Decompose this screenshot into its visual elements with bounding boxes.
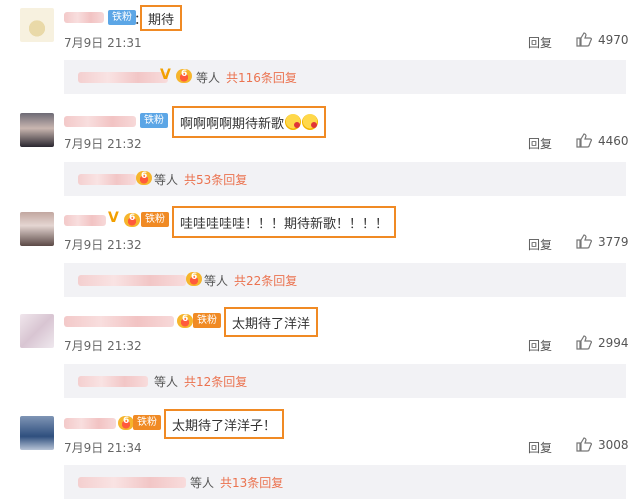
crown-level-icon <box>118 416 134 430</box>
sub-reply-bar[interactable]: 等人 共12条回复 <box>64 364 626 398</box>
sub-reply-summary: 等人 共53条回复 <box>154 171 247 188</box>
view-replies-link[interactable]: 共116条回复 <box>226 71 297 85</box>
fan-badge: 铁粉 <box>133 415 161 430</box>
verified-v-icon: V <box>160 67 171 83</box>
username-blurred[interactable] <box>64 316 174 327</box>
sub-reply-mid: 等人 <box>196 71 221 85</box>
comment-text-highlight: 太期待了洋洋子！ <box>164 409 285 439</box>
comment-text: 太期待了洋洋子！ <box>172 418 277 434</box>
sub-reply-summary: 等人 共12条回复 <box>154 373 247 390</box>
sub-reply-bar[interactable]: 等人共53条回复 <box>64 162 626 196</box>
like-count: 3779 <box>598 234 629 249</box>
sub-reply-summary: 等人 共116条回复 <box>196 69 297 86</box>
sub-reply-bar[interactable]: V 等人共116条回复 <box>64 60 626 94</box>
sub-reply-mid: 等人 <box>204 274 229 288</box>
sub-reply-summary: 等人 共13条回复 <box>190 474 283 491</box>
avatar[interactable] <box>20 416 54 450</box>
crown-level-icon <box>124 213 140 227</box>
like-count: 4460 <box>598 133 629 148</box>
fan-badge: 铁粉 <box>141 212 169 227</box>
thumbs-up-icon <box>576 234 592 249</box>
reply-button[interactable]: 回复 <box>528 34 552 51</box>
crown-level-icon <box>176 69 192 83</box>
crown-level-icon <box>136 171 152 185</box>
like-count: 4970 <box>598 32 629 47</box>
comment-text: 太期待了洋洋 <box>232 316 311 332</box>
reply-users-blurred <box>78 376 148 387</box>
username-blurred[interactable] <box>64 12 104 23</box>
like-count: 3008 <box>598 437 629 452</box>
reply-button[interactable]: 回复 <box>528 337 552 354</box>
fan-badge: 铁粉 <box>193 313 221 328</box>
comment-time: 7月9日 21:32 <box>64 137 142 151</box>
view-replies-link[interactable]: 共53条回复 <box>184 173 247 187</box>
thumbs-up-icon <box>576 133 592 148</box>
sub-reply-mid: 等人 <box>190 476 215 490</box>
sub-reply-bar[interactable]: 等人 共13条回复 <box>64 465 626 499</box>
sub-reply-mid: 等人 <box>154 375 179 389</box>
emoji-icon <box>302 114 319 130</box>
fan-badge: 铁粉 <box>108 10 136 25</box>
sub-reply-bar[interactable]: 等人共22条回复 <box>64 263 626 297</box>
reply-button[interactable]: 回复 <box>528 439 552 456</box>
crown-level-icon <box>177 314 193 328</box>
reply-users-blurred <box>78 275 186 286</box>
reply-button[interactable]: 回复 <box>528 135 552 152</box>
comment-text: 期待 <box>148 12 175 28</box>
avatar[interactable] <box>20 314 54 348</box>
reply-users-blurred <box>78 477 186 488</box>
comment-time: 7月9日 21:32 <box>64 238 142 252</box>
username-blurred[interactable] <box>64 116 136 127</box>
avatar[interactable] <box>20 212 54 246</box>
comment-time: 7月9日 21:32 <box>64 339 142 353</box>
reply-button[interactable]: 回复 <box>528 236 552 253</box>
comment-text-highlight: 啊啊啊啊期待新歌 <box>172 106 327 138</box>
comment-text: 哇哇哇哇哇！！！期待新歌！！！！ <box>180 216 389 232</box>
crown-level-icon <box>186 272 202 286</box>
username-blurred[interactable] <box>64 215 106 226</box>
sub-reply-summary: 等人 共22条回复 <box>204 272 297 289</box>
comment-time: 7月9日 21:31 <box>64 36 142 50</box>
comment-text-highlight: 太期待了洋洋 <box>224 307 319 337</box>
verified-v-icon: V <box>108 210 119 226</box>
thumbs-up-icon <box>576 437 592 452</box>
avatar[interactable] <box>20 8 54 42</box>
like-button[interactable]: 4460 <box>576 133 629 148</box>
comment-text: 啊啊啊啊期待新歌 <box>180 116 285 132</box>
like-button[interactable]: 2994 <box>576 335 629 350</box>
comment-text-highlight: 期待 <box>140 5 183 31</box>
comment-time: 7月9日 21:34 <box>64 441 142 455</box>
view-replies-link[interactable]: 共22条回复 <box>234 274 297 288</box>
sub-reply-mid: 等人 <box>154 173 179 187</box>
username-blurred[interactable] <box>64 418 116 429</box>
fan-badge: 铁粉 <box>140 113 168 128</box>
reply-users-blurred <box>78 174 136 185</box>
thumbs-up-icon <box>576 335 592 350</box>
reply-users-blurred <box>78 72 168 83</box>
view-replies-link[interactable]: 共13条回复 <box>220 476 283 490</box>
like-count: 2994 <box>598 335 629 350</box>
like-button[interactable]: 3779 <box>576 234 629 249</box>
comment-text-highlight: 哇哇哇哇哇！！！期待新歌！！！！ <box>172 206 397 238</box>
avatar[interactable] <box>20 113 54 147</box>
view-replies-link[interactable]: 共12条回复 <box>184 375 247 389</box>
thumbs-up-icon <box>576 32 592 47</box>
like-button[interactable]: 3008 <box>576 437 629 452</box>
emoji-icon <box>285 114 302 130</box>
like-button[interactable]: 4970 <box>576 32 629 47</box>
